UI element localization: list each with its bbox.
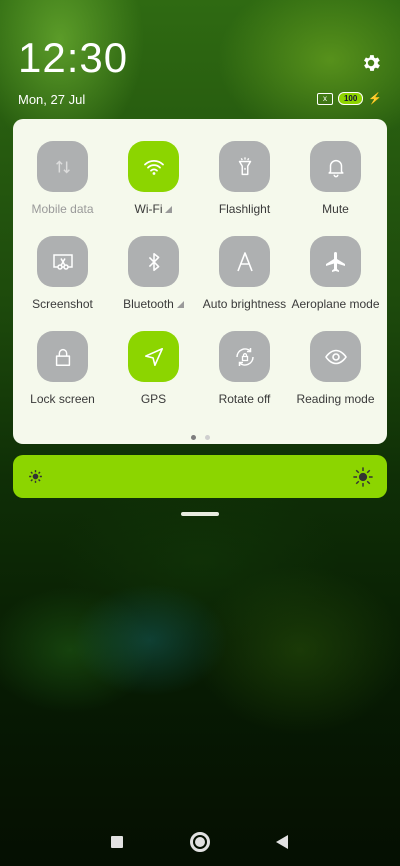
page-dot[interactable]	[204, 435, 210, 440]
tile-label: Mute	[322, 202, 349, 216]
tile-aeroplane-mode-button[interactable]	[310, 236, 361, 287]
tile-gps-button[interactable]	[128, 331, 179, 382]
brightness-low-icon	[29, 470, 42, 483]
auto-brightness-icon	[236, 251, 253, 271]
tile-screenshot-button[interactable]	[37, 236, 88, 287]
tile-label: Reading mode	[296, 392, 375, 406]
screenshot-icon	[52, 253, 73, 270]
home-button[interactable]	[190, 832, 210, 852]
tile-label: Lock screen	[30, 392, 95, 406]
recents-button[interactable]	[111, 836, 123, 848]
bell-icon	[327, 159, 344, 177]
tile-label: Flashlight	[218, 202, 271, 216]
tile-bluetooth-button[interactable]	[128, 236, 179, 287]
battery-icon: 100	[337, 92, 364, 105]
expand-triangle-icon[interactable]	[165, 206, 173, 213]
tile-lock-screen-button[interactable]	[37, 331, 88, 382]
tile-mute-button[interactable]	[310, 141, 361, 192]
tile-label: GPS	[140, 392, 167, 406]
tile-rotate-off[interactable]: Rotate off	[199, 331, 290, 408]
status-area: 12:30 Mon, 27 Jul x 100 ⚡	[18, 34, 382, 107]
tile-label: Bluetooth	[123, 297, 184, 313]
navigation-bar	[0, 832, 400, 852]
expand-triangle-icon[interactable]	[176, 301, 184, 308]
tile-label: Mobile data	[31, 202, 94, 216]
tile-lock-screen[interactable]: Lock screen	[17, 331, 108, 408]
tile-auto-brightness-button[interactable]	[219, 236, 270, 287]
tile-mobile-data-button[interactable]	[37, 141, 88, 192]
tile-auto-brightness[interactable]: Auto brightness	[199, 236, 290, 313]
page-indicator	[13, 435, 387, 440]
tile-mute[interactable]: Mute	[290, 141, 381, 218]
tile-reading-mode[interactable]: Reading mode	[290, 331, 381, 408]
rotate-lock-icon	[235, 347, 254, 366]
tile-aeroplane-mode[interactable]: Aeroplane mode	[290, 236, 381, 313]
tile-label: Auto brightness	[202, 297, 287, 311]
tile-label: Wi-Fi	[135, 202, 173, 218]
tile-flashlight-button[interactable]	[219, 141, 270, 192]
gear-icon[interactable]	[360, 52, 382, 74]
aeroplane-icon	[325, 251, 345, 272]
page-dot-active[interactable]	[190, 435, 196, 440]
system-icons: x 100 ⚡	[316, 92, 382, 105]
back-button[interactable]	[276, 835, 288, 849]
tile-reading-mode-button[interactable]	[310, 331, 361, 382]
date: Mon, 27 Jul	[18, 92, 86, 107]
eye-icon	[324, 349, 347, 364]
tile-label: Aeroplane mode	[291, 297, 380, 311]
charging-icon: ⚡	[368, 93, 382, 105]
bluetooth-icon	[148, 252, 159, 271]
tile-bluetooth[interactable]: Bluetooth	[108, 236, 199, 313]
quick-settings-panel: Mobile data Wi-Fi Flashlight Mute Screen…	[13, 119, 387, 444]
tile-label: Rotate off	[218, 392, 271, 406]
location-arrow-icon	[144, 347, 163, 366]
tile-mobile-data[interactable]: Mobile data	[17, 141, 108, 218]
tile-gps[interactable]: GPS	[108, 331, 199, 408]
wifi-icon	[143, 159, 164, 175]
clock: 12:30	[18, 34, 129, 81]
tile-flashlight[interactable]: Flashlight	[199, 141, 290, 218]
tile-label: Screenshot	[32, 297, 93, 311]
no-sim-icon: x	[316, 92, 333, 105]
mobile-data-icon	[55, 159, 70, 174]
tile-wifi-button[interactable]	[128, 141, 179, 192]
tile-screenshot[interactable]: Screenshot	[17, 236, 108, 313]
brightness-slider[interactable]	[13, 455, 387, 498]
tile-rotate-off-button[interactable]	[219, 331, 270, 382]
brightness-high-icon	[353, 467, 373, 487]
panel-drag-handle[interactable]	[181, 512, 219, 516]
flashlight-icon	[238, 156, 251, 175]
tile-wifi[interactable]: Wi-Fi	[108, 141, 199, 218]
lock-icon	[55, 348, 70, 366]
